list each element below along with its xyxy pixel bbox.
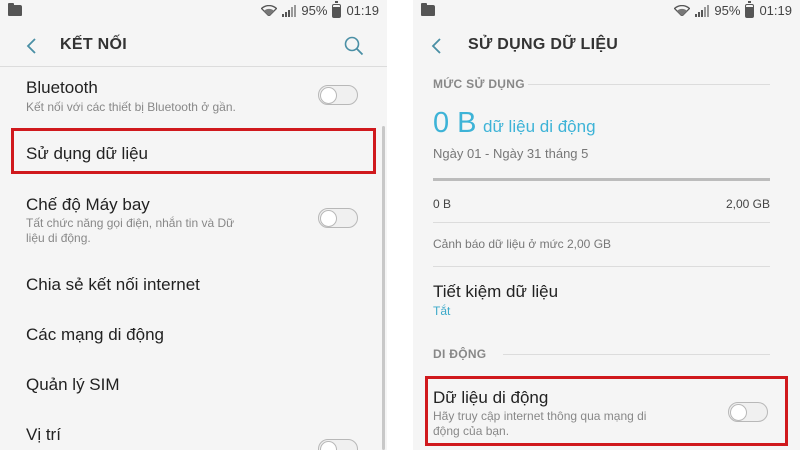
status-bar: 95% 01:19 bbox=[413, 0, 800, 24]
signal-icon bbox=[282, 4, 297, 17]
scrollbar[interactable] bbox=[382, 126, 385, 450]
list-item-tethering[interactable]: Chia sẻ kết nối internet bbox=[0, 263, 387, 307]
battery-percent: 95% bbox=[301, 3, 328, 18]
back-button[interactable] bbox=[22, 36, 42, 56]
section-divider bbox=[503, 354, 770, 355]
bar-max-label: 2,00 GB bbox=[725, 197, 770, 211]
list-item-title: Vị trí bbox=[26, 425, 61, 444]
battery-icon bbox=[745, 0, 755, 18]
list-item-title: Quản lý SIM bbox=[26, 375, 120, 394]
clock: 01:19 bbox=[346, 3, 379, 18]
battery-icon bbox=[332, 0, 342, 18]
list-item-bluetooth[interactable]: Bluetooth Kết nối với các thiết bị Bluet… bbox=[0, 68, 387, 126]
clock: 01:19 bbox=[759, 3, 792, 18]
app-bar: KẾT NỐI bbox=[0, 24, 387, 68]
page-title: SỬ DỤNG DỮ LIỆU bbox=[468, 36, 619, 53]
location-toggle[interactable] bbox=[318, 439, 358, 450]
list-item-subtitle: Kết nối với các thiết bị Bluetooth ở gần… bbox=[26, 100, 236, 114]
battery-percent: 95% bbox=[714, 3, 741, 18]
list-item-airplane-mode[interactable]: Chế độ Máy bay Tất chức năng gọi điện, n… bbox=[0, 183, 387, 249]
app-bar: SỬ DỤNG DỮ LIỆU bbox=[413, 24, 800, 68]
list-item-subtitle: Tất chức năng gọi điện, nhắn tin và Dữ bbox=[26, 216, 235, 230]
section-header-mobile: DI ĐỘNG bbox=[433, 347, 487, 361]
connections-screen: 95% 01:19 KẾT NỐI Bluetooth Kết nối với … bbox=[0, 0, 387, 450]
chevron-left-icon bbox=[431, 38, 441, 54]
divider bbox=[433, 222, 770, 223]
section-divider bbox=[528, 84, 770, 85]
list-item-data-saver[interactable]: Tiết kiệm dữ liệu Tắt bbox=[413, 270, 800, 330]
data-usage-screen: 95% 01:19 SỬ DỤNG DỮ LIỆU MỨC SỬ DỤNG 0 … bbox=[413, 0, 800, 450]
bar-min-label: 0 B bbox=[433, 197, 452, 211]
list-item-mobile-networks[interactable]: Các mạng di động bbox=[0, 313, 387, 357]
app-bar-divider bbox=[0, 66, 387, 67]
status-bar: 95% 01:19 bbox=[0, 0, 387, 24]
list-item-title: Chế độ Máy bay bbox=[26, 195, 150, 214]
section-header-usage: MỨC SỬ DỤNG bbox=[433, 77, 525, 91]
usage-progress-bar bbox=[433, 178, 770, 181]
highlight-box bbox=[425, 376, 788, 446]
page-title: KẾT NỐI bbox=[60, 36, 127, 53]
billing-period: Ngày 01 - Ngày 31 tháng 5 bbox=[433, 146, 589, 161]
list-item-location[interactable]: Vị trí bbox=[0, 413, 387, 450]
list-item-title: Chia sẻ kết nối internet bbox=[26, 275, 200, 294]
wifi-icon bbox=[674, 5, 691, 16]
folder-icon bbox=[8, 3, 22, 16]
divider bbox=[433, 266, 770, 267]
data-warning-text: Cảnh báo dữ liệu ở mức 2,00 GB bbox=[433, 237, 612, 251]
bluetooth-toggle[interactable] bbox=[318, 85, 358, 105]
signal-icon bbox=[695, 4, 710, 17]
usage-unit: dữ liệu di động bbox=[483, 117, 596, 136]
list-item-subtitle: liệu di động. bbox=[26, 231, 91, 245]
folder-icon bbox=[421, 3, 435, 16]
highlight-box bbox=[11, 128, 376, 174]
list-item-sim-manager[interactable]: Quản lý SIM bbox=[0, 363, 387, 407]
wifi-icon bbox=[261, 5, 278, 16]
back-button[interactable] bbox=[427, 36, 447, 56]
search-icon bbox=[344, 36, 364, 56]
search-button[interactable] bbox=[343, 35, 365, 57]
list-item-title: Các mạng di động bbox=[26, 325, 164, 344]
list-item-title: Tiết kiệm dữ liệu bbox=[433, 282, 559, 301]
airplane-mode-toggle[interactable] bbox=[318, 208, 358, 228]
chevron-left-icon bbox=[26, 38, 36, 54]
list-item-title: Bluetooth bbox=[26, 78, 98, 97]
usage-value: 0 B bbox=[433, 107, 477, 139]
data-saver-status: Tắt bbox=[433, 304, 451, 318]
